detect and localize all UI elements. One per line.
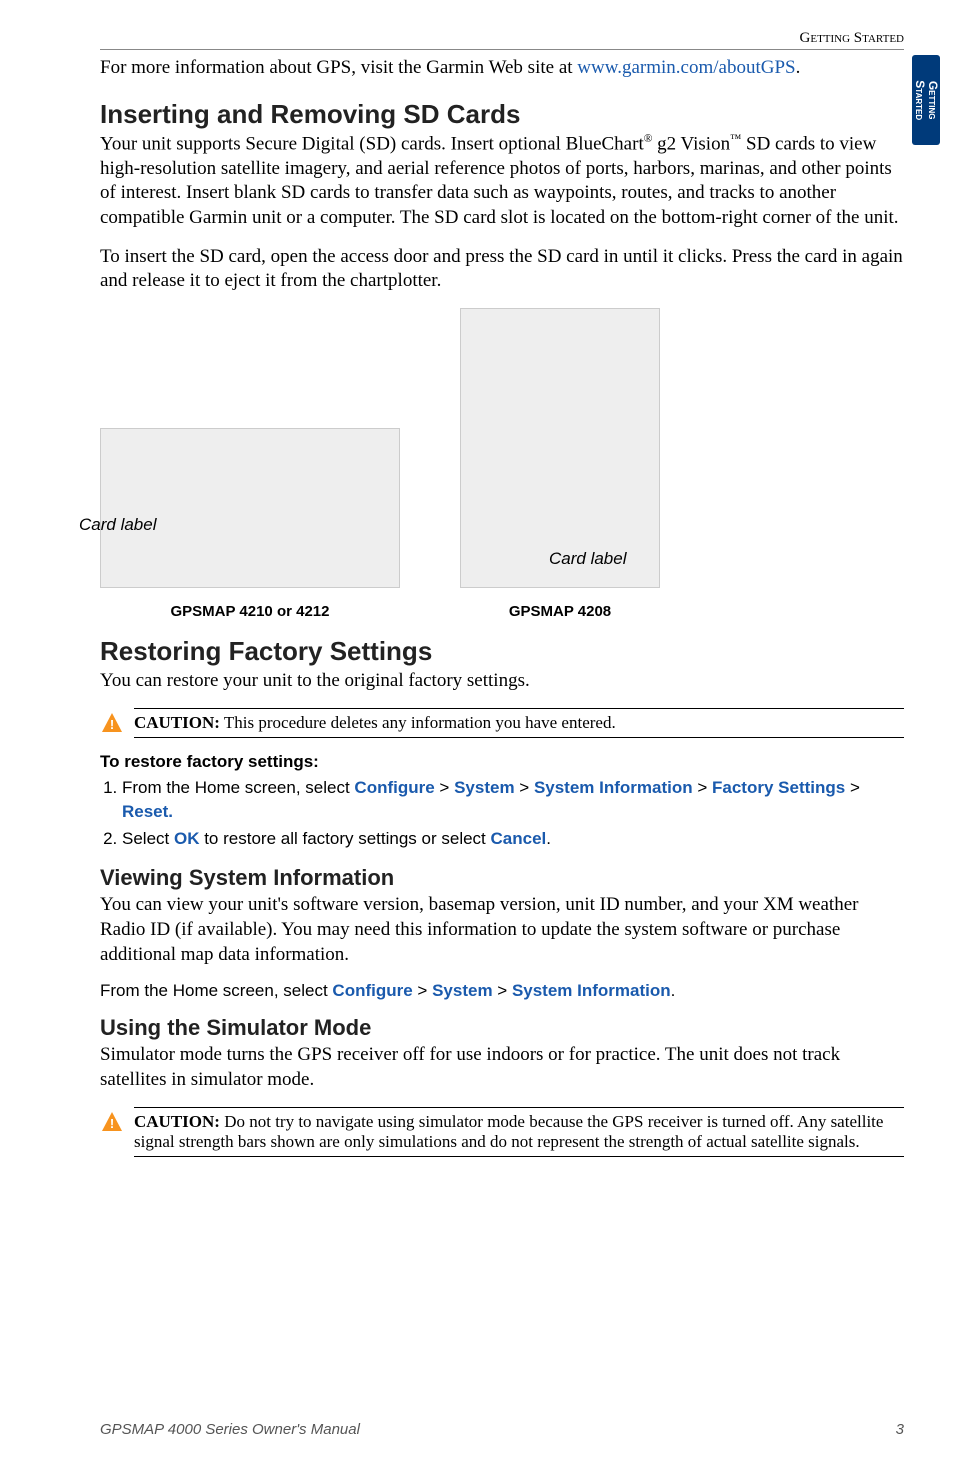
kw-ok: OK	[174, 829, 200, 848]
sep1: >	[435, 778, 454, 797]
warning-icon: !	[100, 1110, 124, 1134]
trademark-mark: ™	[730, 133, 741, 145]
sep2: >	[515, 778, 534, 797]
figure-1-card-label: Card label	[79, 515, 157, 535]
sd-paragraph-2: To insert the SD card, open the access d…	[100, 245, 904, 294]
sysinfo-end: .	[671, 981, 676, 1000]
kw-sysinfo: System Information	[534, 778, 693, 797]
figure-2: Card label GPSMAP 4208	[460, 308, 660, 620]
side-tab-line1: Getting	[926, 81, 940, 120]
sim-title: Using the Simulator Mode	[100, 1015, 904, 1041]
figure-1-caption: GPSMAP 4210 or 4212	[100, 603, 400, 620]
side-tab: Getting Started	[912, 55, 940, 145]
step2-mid: to restore all factory settings or selec…	[199, 829, 490, 848]
sysinfo-title: Viewing System Information	[100, 865, 904, 891]
side-tab-line2: Started	[913, 80, 927, 120]
figure-2-card-label: Card label	[549, 549, 627, 569]
sd-p1b: g2 Vision	[652, 133, 730, 154]
kw-sysinfo-2: System Information	[512, 981, 671, 1000]
kw-system: System	[454, 778, 514, 797]
restore-section-title: Restoring Factory Settings	[100, 636, 904, 667]
figure-1-image: Card label	[100, 428, 400, 588]
restore-caution-text: This procedure deletes any information y…	[220, 713, 616, 732]
step2-end: .	[546, 829, 551, 848]
sd-p1a: Your unit supports Secure Digital (SD) c…	[100, 133, 644, 154]
restore-step-1: From the Home screen, select Configure >…	[122, 776, 904, 824]
page-footer: GPSMAP 4000 Series Owner's Manual 3	[100, 1421, 904, 1438]
intro-suffix: .	[796, 57, 801, 78]
restore-caution-label: CAUTION:	[134, 713, 220, 732]
kw-configure: Configure	[354, 778, 434, 797]
figure-2-image: Card label	[460, 308, 660, 588]
sd-paragraph-1: Your unit supports Secure Digital (SD) c…	[100, 132, 904, 231]
sim-caution-text: Do not try to navigate using simulator m…	[134, 1112, 883, 1151]
intro-prefix: For more information about GPS, visit th…	[100, 57, 577, 78]
sim-caution: ! CAUTION: Do not try to navigate using …	[134, 1107, 904, 1157]
kw-configure-2: Configure	[332, 981, 412, 1000]
kw-system-2: System	[432, 981, 492, 1000]
sim-caution-label: CAUTION:	[134, 1112, 220, 1131]
restore-step-2: Select OK to restore all factory setting…	[122, 827, 904, 851]
sep6: >	[493, 981, 512, 1000]
kw-cancel: Cancel	[491, 829, 547, 848]
svg-text:!: !	[110, 717, 114, 732]
kw-factory: Factory Settings	[712, 778, 845, 797]
step2-pre: Select	[122, 829, 174, 848]
sysinfo-body: You can view your unit's software versio…	[100, 893, 904, 967]
sep5: >	[413, 981, 432, 1000]
sysinfo-instruction: From the Home screen, select Configure >…	[100, 981, 904, 1001]
svg-text:!: !	[110, 1116, 114, 1131]
header-section-name: Getting Started	[100, 30, 904, 47]
restore-caution: ! CAUTION: This procedure deletes any in…	[134, 708, 904, 738]
warning-icon: !	[100, 711, 124, 735]
sep3: >	[693, 778, 712, 797]
figure-1: Card label GPSMAP 4210 or 4212	[100, 428, 400, 620]
gps-link[interactable]: www.garmin.com/aboutGPS	[577, 57, 795, 78]
sep4: >	[845, 778, 860, 797]
restore-intro: You can restore your unit to the origina…	[100, 669, 904, 694]
sysinfo-pre: From the Home screen, select	[100, 981, 332, 1000]
sim-body: Simulator mode turns the GPS receiver of…	[100, 1043, 904, 1092]
restore-steps-title: To restore factory settings:	[100, 752, 904, 772]
page-header: Getting Started	[100, 30, 904, 50]
sd-section-title: Inserting and Removing SD Cards	[100, 99, 904, 130]
footer-page-number: 3	[896, 1421, 904, 1438]
intro-paragraph: For more information about GPS, visit th…	[100, 56, 904, 81]
footer-manual-title: GPSMAP 4000 Series Owner's Manual	[100, 1421, 360, 1438]
figure-2-caption: GPSMAP 4208	[460, 603, 660, 620]
figures-row: Card label GPSMAP 4210 or 4212 Card labe…	[100, 308, 904, 620]
restore-steps: From the Home screen, select Configure >…	[100, 776, 904, 851]
kw-reset: Reset.	[122, 802, 173, 821]
step1-pre: From the Home screen, select	[122, 778, 354, 797]
